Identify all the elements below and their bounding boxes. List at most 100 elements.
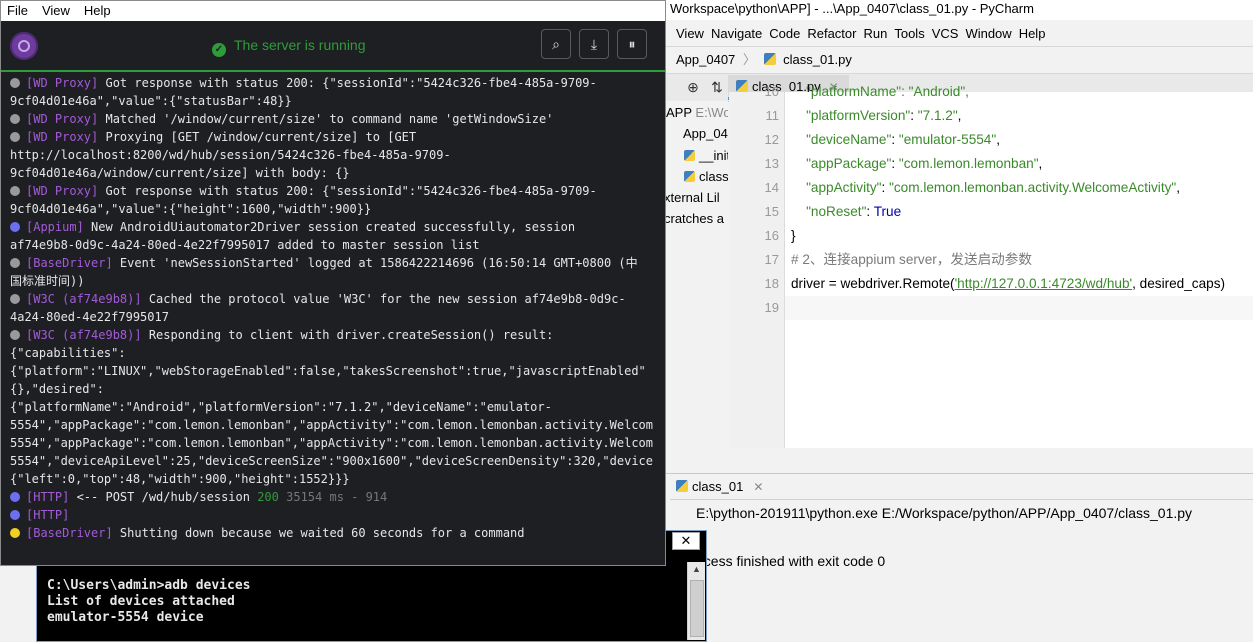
menu-refactor[interactable]: Refactor [807,26,856,41]
log-line: [HTTP] [10,506,69,524]
code-token: True [873,204,902,219]
run-result-output: ocess finished with exit code 0 [696,553,886,569]
code-token: "emulator-5554" [898,132,997,147]
scroll-up-icon[interactable]: ▲ [692,564,701,574]
log-line: 5554","appPackage":"com.lemon.lemonban",… [10,434,653,452]
breadcrumb: App_0407 〉 class_01.py [664,46,1253,72]
menu-view[interactable]: View [676,26,704,41]
search-icon: ⌕ [552,36,560,52]
tree-item-label: class [699,169,728,184]
line-number: 10 [764,84,779,99]
log-line: 5554","appPackage":"com.lemon.lemonban",… [10,416,653,434]
menu-window[interactable]: Window [965,26,1011,41]
code-token: : [910,108,918,123]
server-status: ✓ The server is running [212,35,366,57]
log-text: 4a24-80ed-4e22f7995017 [10,310,169,324]
download-logs-button[interactable]: ⤓ [579,29,609,59]
pause-button[interactable]: ⏸ [617,29,647,59]
http-status: 200 [257,490,279,504]
run-command-output: E:\python-201911\python.exe E:/Workspace… [696,505,1193,521]
scrollbar-thumb[interactable] [690,580,704,637]
code-line[interactable]: # 2、连接appium server，发送启动参数 [785,248,1253,272]
menu-code[interactable]: Code [769,26,800,41]
run-tab-label: class_01 [692,479,744,494]
code-line[interactable]: "appPackage": "com.lemon.lemonban", [785,152,1253,176]
log-tag: [WD Proxy] [26,112,99,126]
code-line[interactable]: "platformName": "Android", [785,80,1253,104]
log-text: <-- POST /wd/hub/session [69,490,258,504]
tree-item-label: cratches a [664,211,724,226]
code-line[interactable]: } [785,224,1253,248]
target-icon[interactable]: ⊕ [686,80,700,94]
menu-vcs[interactable]: VCS [932,26,959,41]
log-line: {"capabilities": [10,344,126,362]
appium-logo-icon [10,32,38,60]
tree-item[interactable]: App_04 [683,124,728,144]
menu-run[interactable]: Run [863,26,887,41]
code-token: , [1176,180,1181,195]
code-token: # 2、连接appium server，发送启动参数 [791,252,1032,267]
log-text: Responding to client with driver.createS… [141,328,554,342]
tree-item[interactable]: cratches a [664,209,724,229]
project-tree: APP E:\Wo App_04 __initclass xternal Lil cra… [664,101,728,469]
code-line[interactable]: driver = webdriver.Remote('http://127.0.… [785,272,1253,296]
breadcrumb-file[interactable]: class_01.py [783,52,852,67]
check-icon: ✓ [212,43,226,57]
code-token: 'http://127.0.0.1:4723/wd/hub' [954,276,1133,291]
cmd-line: emulator-5554 device [47,610,204,625]
log-text: Got response with status 200: {"sessionI… [98,184,597,198]
code-line[interactable] [785,296,1253,320]
tree-item[interactable]: xternal Lil [664,188,720,208]
code-token: : [891,132,899,147]
tree-item-label: App_04 [683,126,728,141]
line-number: 11 [765,108,780,123]
close-icon[interactable]: ✕ [753,480,763,494]
tree-item[interactable]: APP E:\Wo [666,103,728,123]
tree-item[interactable]: __init [684,146,728,166]
log-line: {},"desired": [10,380,104,398]
code-line[interactable]: "platformVersion": "7.1.2", [785,104,1253,128]
log-line: 9cf04d01e46a","value":{"height":1600,"wi… [10,200,371,218]
log-text: af74e9b8-0d9c-4a24-80ed-4e22f7995017 add… [10,238,480,252]
run-tab[interactable]: class_01 ✕ [676,476,763,498]
code-token: : [881,180,890,195]
server-log[interactable]: [WD Proxy] Got response with status 200:… [1,72,665,565]
line-number: 12 [764,132,779,147]
log-line: http://localhost:8200/wd/hub/session/542… [10,146,451,164]
menu-file[interactable]: File [7,3,28,18]
log-text: 5554","deviceApiLevel":25,"deviceScreenS… [10,454,653,468]
menu-tools[interactable]: Tools [894,26,924,41]
log-line: [W3C (af74e9b8)] Cached the protocol val… [10,290,626,308]
log-tag: [WD Proxy] [26,184,99,198]
cmd-line: List of devices attached [47,594,235,609]
menu-help[interactable]: Help [84,3,111,18]
code-token: "com.lemon.lemonban.activity.WelcomeActi… [889,180,1177,195]
code-line[interactable]: "noReset": True [785,200,1253,224]
breadcrumb-folder[interactable]: App_0407 [676,52,735,67]
code-line[interactable]: "appActivity": "com.lemon.lemonban.activ… [785,176,1253,200]
line-gutter: 10 11 12 13 14 15 16 17 18 19 [729,84,785,448]
tree-item[interactable]: class [684,167,728,187]
code-line[interactable]: "deviceName": "emulator-5554", [785,128,1253,152]
code-token: "platformVersion" [806,108,911,123]
info-icon [10,330,20,340]
warning-icon [10,528,20,538]
collapse-icon[interactable]: ⇅ [710,80,724,94]
log-line: [WD Proxy] Got response with status 200:… [10,74,597,92]
menu-view[interactable]: View [42,3,70,18]
menu-help[interactable]: Help [1019,26,1046,41]
log-tag: [W3C (af74e9b8)] [26,292,142,306]
menu-navigate[interactable]: Navigate [711,26,762,41]
log-line: 9cf04d01e46a/window/current/size] with b… [10,164,350,182]
scrollbar[interactable]: ▲ [687,562,705,640]
info-icon [10,222,20,232]
log-text: 5554","appPackage":"com.lemon.lemonban",… [10,418,653,432]
tree-item-label: __init [699,148,728,163]
search-button[interactable]: ⌕ [541,29,571,59]
close-button[interactable]: ✕ [672,532,700,550]
log-text: http://localhost:8200/wd/hub/session/542… [10,148,451,162]
log-text: Event 'newSessionStarted' logged at 1586… [112,256,638,270]
code-editor[interactable]: "platformName": "Android", "platformVers… [785,84,1253,448]
